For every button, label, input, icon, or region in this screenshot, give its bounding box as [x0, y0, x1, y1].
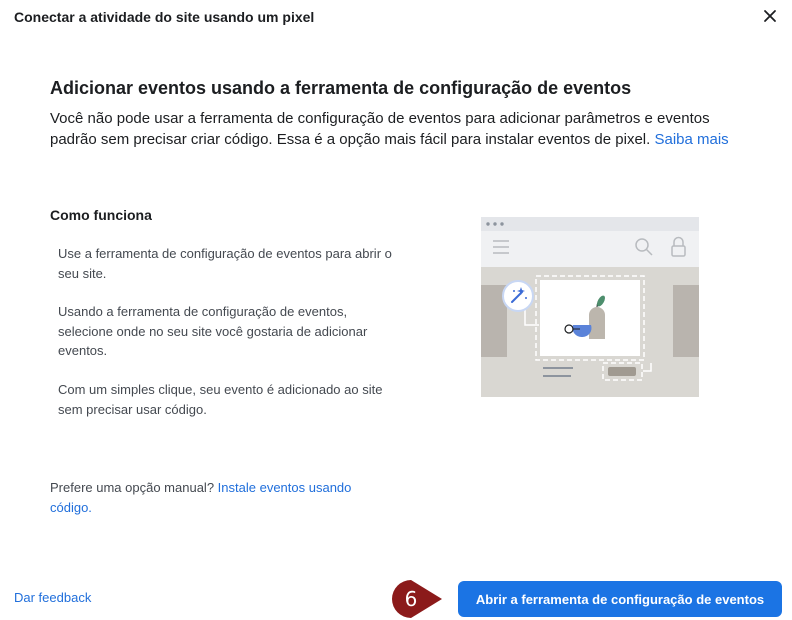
learn-more-link[interactable]: Saiba mais — [654, 131, 728, 148]
manual-option: Prefere uma opção manual? Instale evento… — [50, 478, 390, 518]
close-icon[interactable] — [760, 6, 780, 26]
feedback-link[interactable]: Dar feedback — [14, 590, 91, 605]
open-event-setup-tool-button[interactable]: Abrir a ferramenta de configuração de ev… — [458, 581, 782, 617]
step-3: Com um simples clique, seu evento é adic… — [58, 382, 383, 417]
section-heading: Adicionar eventos usando a ferramenta de… — [50, 78, 632, 98]
dialog-header: Conectar a atividade do site usando um p… — [0, 0, 792, 36]
step-marker-number: 6 — [404, 587, 418, 611]
step-1: Use a ferramenta de configuração de even… — [58, 246, 392, 281]
intro-text: Você não pode usar a ferramenta de confi… — [50, 110, 710, 148]
event-setup-illustration — [481, 217, 699, 404]
how-it-works-title: Como funciona — [50, 207, 152, 223]
intro-paragraph: Você não pode usar a ferramenta de confi… — [50, 108, 730, 150]
manual-option-text: Prefere uma opção manual? — [50, 480, 215, 495]
dialog-title: Conectar a atividade do site usando um p… — [14, 9, 315, 25]
step-2: Usando a ferramenta de configuração de e… — [58, 304, 368, 358]
